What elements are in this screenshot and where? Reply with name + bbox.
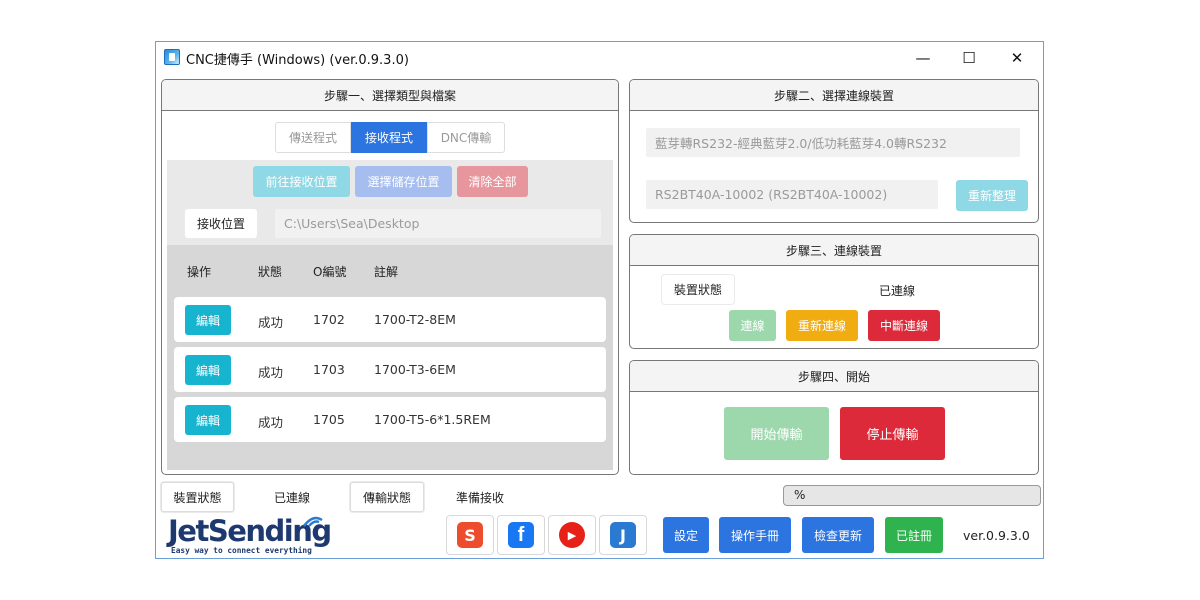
wifi-icon [303, 516, 323, 527]
header-o-number: O編號 [313, 265, 347, 279]
stop-transfer-button[interactable]: 停止傳輸 [840, 407, 945, 460]
connect-button[interactable]: 連線 [729, 310, 776, 341]
row-comment: 1700-T2-8EM [374, 312, 456, 327]
step4-title: 步驟四、開始 [630, 361, 1038, 392]
start-transfer-button[interactable]: 開始傳輸 [724, 407, 829, 460]
row-o-number: 1705 [313, 412, 345, 427]
adapter-select[interactable]: 藍芽轉RS232-經典藍芽2.0/低功耗藍芽4.0轉RS232 [646, 128, 1020, 157]
facebook-icon: f [508, 522, 534, 548]
device-status-button[interactable]: 裝置狀態 [662, 275, 734, 304]
youtube-button[interactable]: ▶ [548, 515, 596, 555]
row-status: 成功 [258, 415, 284, 430]
device-select[interactable]: RS2BT40A-10002 (RS2BT40A-10002) [646, 180, 938, 209]
status-device-value: 已連線 [274, 491, 311, 505]
progress-text: % [794, 488, 806, 502]
check-update-button[interactable]: 檢查更新 [802, 517, 874, 553]
progress-bar: % [783, 485, 1041, 506]
clear-all-button[interactable]: 清除全部 [457, 166, 528, 197]
header-action: 操作 [187, 265, 212, 279]
shopee-icon: S [457, 522, 483, 548]
receive-area: 前往接收位置 選擇儲存位置 清除全部 接收位置 C:\Users\Sea\Des… [167, 160, 613, 470]
maximize-button[interactable]: ☐ [946, 42, 992, 73]
status-device-button[interactable]: 裝置狀態 [161, 482, 234, 512]
minimize-button[interactable]: — [900, 42, 946, 73]
youtube-icon: ▶ [559, 522, 585, 548]
row-o-number: 1703 [313, 362, 345, 377]
version-label: ver.0.9.3.0 [963, 528, 1030, 543]
edit-button[interactable]: 編輯 [185, 355, 231, 385]
row-o-number: 1702 [313, 312, 345, 327]
step3-title: 步驟三、連線裝置 [630, 235, 1038, 266]
receive-path-field[interactable]: C:\Users\Sea\Desktop [275, 209, 601, 238]
step1-panel: 步驟一、選擇類型與檔案 傳送程式 接收程式 DNC傳輸 前往接收位置 選擇儲存位… [161, 79, 619, 475]
app-window: CNC捷傳手 (Windows) (ver.0.9.3.0) — ☐ ✕ 步驟一… [155, 41, 1044, 559]
shopee-button[interactable]: S [446, 515, 494, 555]
jetsending-app-button[interactable]: J [599, 515, 647, 555]
jetsending-logo: JetSending Easy way to connect everythin… [168, 516, 332, 558]
tab-dnc-transfer[interactable]: DNC傳輸 [427, 122, 505, 153]
app-icon [164, 49, 180, 65]
edit-button[interactable]: 編輯 [185, 405, 231, 435]
step2-panel: 步驟二、選擇連線裝置 藍芽轉RS232-經典藍芽2.0/低功耗藍芽4.0轉RS2… [629, 79, 1039, 223]
table-row: 編輯 成功 1705 1700-T5-6*1.5REM [174, 397, 606, 442]
header-comment: 註解 [374, 265, 399, 279]
reconnect-button[interactable]: 重新連線 [786, 310, 858, 341]
step4-panel: 步驟四、開始 開始傳輸 停止傳輸 [629, 360, 1039, 475]
row-comment: 1700-T5-6*1.5REM [374, 412, 491, 427]
row-comment: 1700-T3-6EM [374, 362, 456, 377]
title-bar: CNC捷傳手 (Windows) (ver.0.9.3.0) — ☐ ✕ [156, 42, 1043, 73]
refresh-button[interactable]: 重新整理 [956, 180, 1028, 211]
goto-receive-location-button[interactable]: 前往接收位置 [253, 166, 350, 197]
registered-button[interactable]: 已註冊 [885, 517, 943, 553]
receive-location-button[interactable]: 接收位置 [185, 209, 257, 238]
close-button[interactable]: ✕ [994, 42, 1040, 73]
step2-title: 步驟二、選擇連線裝置 [630, 80, 1038, 111]
table-row: 編輯 成功 1703 1700-T3-6EM [174, 347, 606, 392]
step3-panel: 步驟三、連線裝置 裝置狀態 已連線 連線 重新連線 中斷連線 [629, 234, 1039, 349]
disconnect-button[interactable]: 中斷連線 [868, 310, 940, 341]
table-row: 編輯 成功 1702 1700-T2-8EM [174, 297, 606, 342]
step1-title: 步驟一、選擇類型與檔案 [162, 80, 618, 111]
jetsending-app-icon: J [610, 522, 636, 548]
status-transfer-value: 準備接收 [456, 491, 505, 505]
row-status: 成功 [258, 315, 284, 330]
tab-receive-program[interactable]: 接收程式 [351, 122, 427, 153]
manual-button[interactable]: 操作手冊 [719, 517, 791, 553]
header-status: 狀態 [258, 265, 283, 279]
facebook-button[interactable]: f [497, 515, 545, 555]
tab-send-program[interactable]: 傳送程式 [275, 122, 351, 153]
settings-button[interactable]: 設定 [663, 517, 709, 553]
file-table: 操作 狀態 O編號 註解 編輯 成功 1702 1700-T2-8EM 編輯 成… [167, 245, 613, 470]
choose-save-location-button[interactable]: 選擇儲存位置 [355, 166, 452, 197]
status-transfer-button[interactable]: 傳輸狀態 [350, 482, 424, 512]
window-title: CNC捷傳手 (Windows) (ver.0.9.3.0) [186, 53, 409, 68]
logo-tagline: Easy way to connect everything [171, 546, 312, 555]
row-status: 成功 [258, 365, 284, 380]
edit-button[interactable]: 編輯 [185, 305, 231, 335]
device-status-value: 已連線 [879, 284, 916, 298]
